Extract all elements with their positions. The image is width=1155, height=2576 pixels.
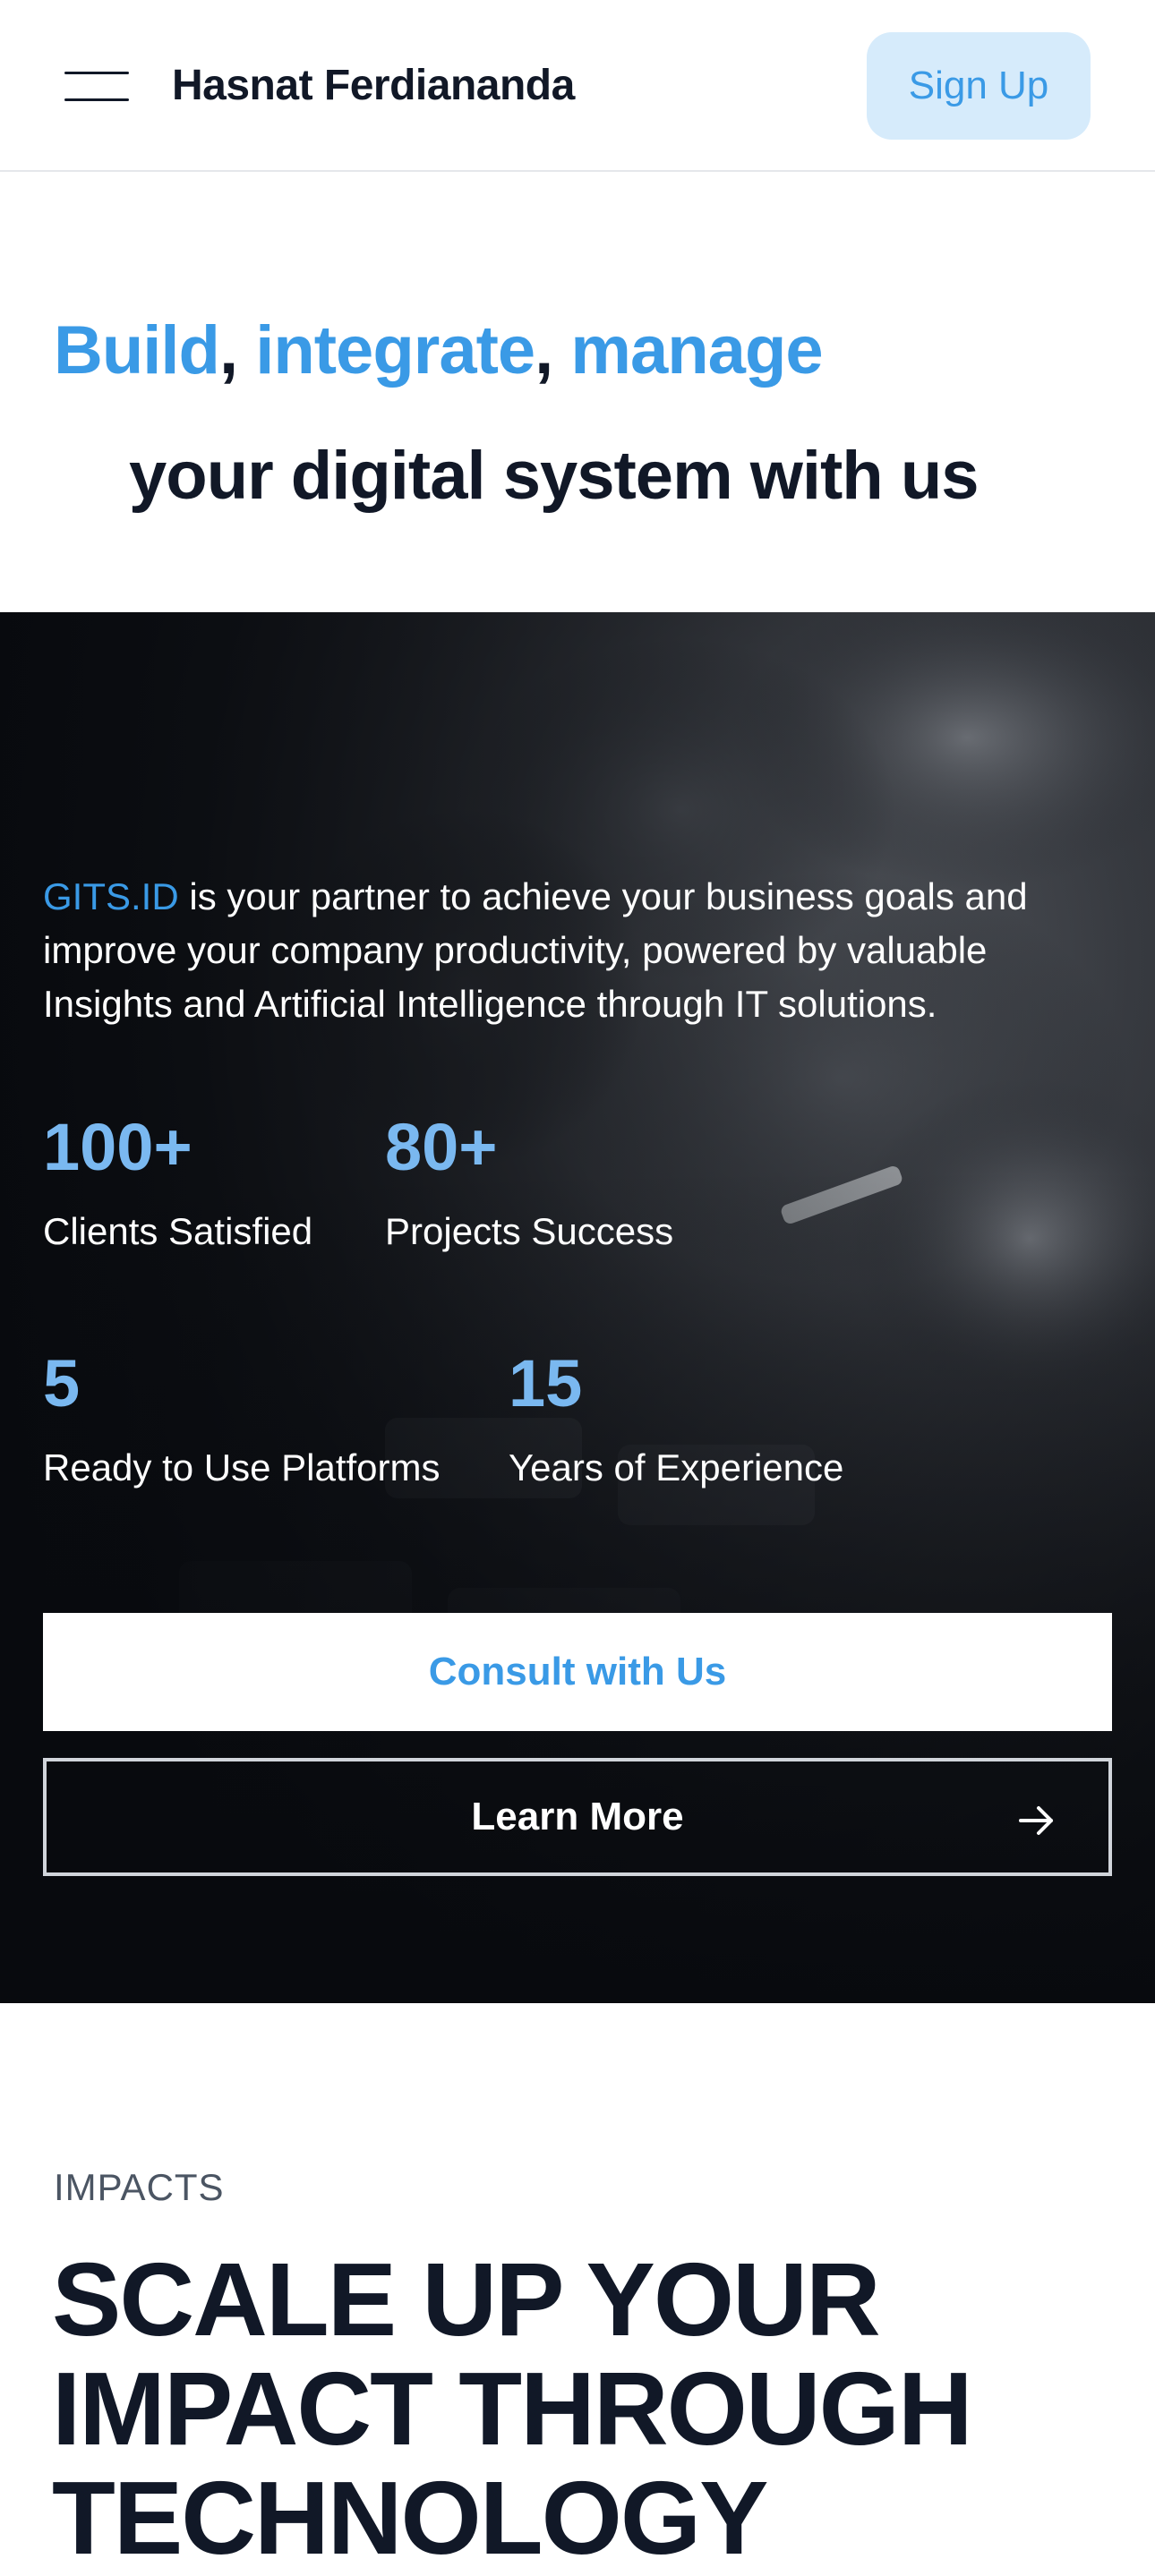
arrow-right-icon bbox=[1019, 1806, 1053, 1835]
menu-bar-top bbox=[64, 72, 129, 74]
stat-label: Clients Satisfied bbox=[43, 1210, 313, 1252]
hero-keyword-manage: manage bbox=[570, 312, 823, 388]
hero-keyword-build: Build bbox=[54, 312, 220, 388]
company-name: GITS.ID bbox=[43, 875, 179, 917]
sign-up-button[interactable]: Sign Up bbox=[867, 32, 1091, 140]
stat-clients: 100+ Clients Satisfied bbox=[43, 1112, 312, 1253]
learn-more-button[interactable]: Learn More bbox=[43, 1758, 1112, 1876]
hamburger-menu-icon[interactable] bbox=[61, 68, 129, 104]
consult-button[interactable]: Consult with Us bbox=[43, 1613, 1112, 1731]
hero-separator: , bbox=[535, 312, 571, 388]
hero-keyword-integrate: integrate bbox=[255, 312, 535, 388]
stat-label: Projects Success bbox=[385, 1210, 674, 1252]
intro-paragraph: GITS.ID is your partner to achieve your … bbox=[43, 870, 1117, 1031]
hero-photo-section: GITS.ID is your partner to achieve your … bbox=[0, 612, 1155, 2003]
hero-subheadline: your digital system with us bbox=[129, 438, 980, 514]
brand-name[interactable]: Hasnat Ferdiananda bbox=[172, 61, 575, 110]
stat-label: Ready to Use Platforms bbox=[43, 1446, 441, 1488]
stat-value: 100+ bbox=[43, 1110, 192, 1184]
hero-headline: Build, integrate, manage bbox=[54, 311, 824, 389]
menu-bar-bottom bbox=[64, 98, 129, 101]
section-title: SCALE UP YOUR IMPACT THROUGH TECHNOLOGY bbox=[52, 2241, 973, 2576]
hero-separator: , bbox=[218, 312, 256, 388]
stat-value: 15 bbox=[509, 1346, 583, 1420]
stat-projects: 80+ Projects Success bbox=[385, 1112, 673, 1253]
stat-label: Years of Experience bbox=[509, 1446, 844, 1488]
learn-more-label: Learn More bbox=[471, 1795, 684, 1838]
stat-experience: 15 Years of Experience bbox=[509, 1348, 843, 1489]
stat-value: 80+ bbox=[385, 1110, 498, 1184]
section-eyebrow: IMPACTS bbox=[54, 2166, 225, 2208]
intro-text: is your partner to achieve your business… bbox=[43, 875, 1028, 1025]
stat-platforms: 5 Ready to Use Platforms bbox=[43, 1348, 441, 1489]
stat-value: 5 bbox=[43, 1346, 81, 1420]
site-header: Hasnat Ferdiananda Sign Up bbox=[0, 0, 1155, 172]
